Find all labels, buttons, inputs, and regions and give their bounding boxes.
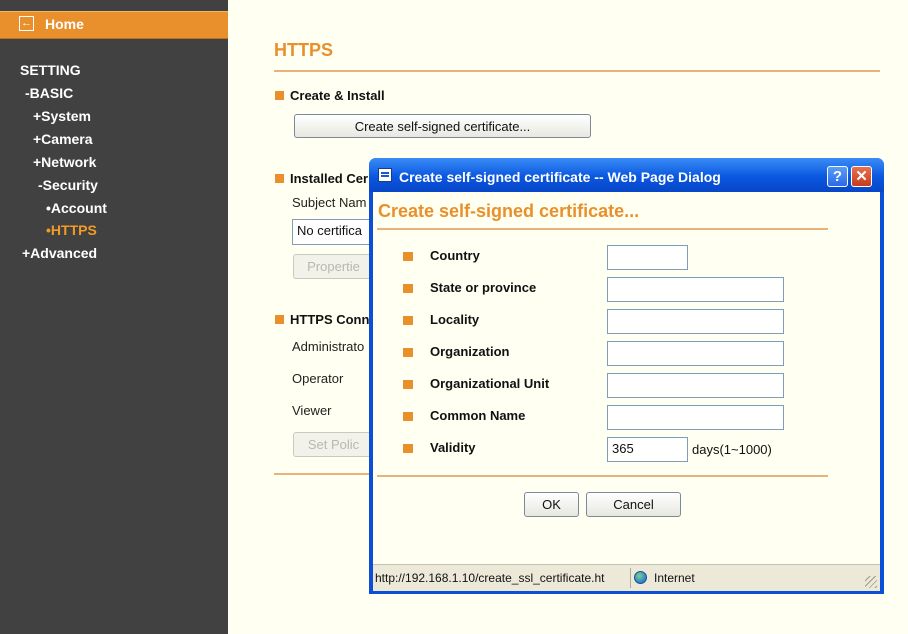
security-zone: Internet [654, 571, 695, 585]
bullet-icon [275, 315, 284, 325]
country-label: Country [430, 248, 480, 263]
page-title: HTTPS [274, 40, 334, 60]
nav-advanced[interactable]: +Advanced [22, 245, 97, 261]
status-divider [630, 568, 631, 588]
validity-label: Validity [430, 440, 476, 455]
validity-input[interactable]: 365 [607, 437, 688, 462]
dialog-body: Create self-signed certificate... Countr… [373, 192, 880, 564]
common-name-input[interactable] [607, 405, 784, 430]
nav-network[interactable]: +Network [33, 154, 96, 170]
subject-name-label: Subject Nam [292, 195, 367, 210]
country-input[interactable] [607, 245, 688, 270]
organization-input[interactable] [607, 341, 784, 366]
nav-system[interactable]: +System [33, 108, 91, 124]
dialog-heading: Create self-signed certificate... [378, 201, 640, 221]
dialog-titlebar[interactable]: Create self-signed certificate -- Web Pa… [369, 158, 884, 192]
properties-button[interactable]: Propertie [293, 254, 373, 279]
organizational-unit-label: Organizational Unit [430, 376, 550, 391]
operator-label: Operator [292, 371, 344, 386]
bullet-icon [275, 91, 284, 101]
bullet-icon [403, 252, 413, 261]
viewer-label: Viewer [292, 403, 332, 418]
help-button[interactable]: ? [827, 166, 848, 187]
status-bar: http://192.168.1.10/create_ssl_certifica… [373, 564, 880, 591]
set-policy-button[interactable]: Set Polic [293, 432, 373, 457]
globe-icon [634, 571, 647, 584]
home-label: Home [45, 16, 84, 32]
state-label: State or province [430, 280, 537, 295]
nav-security[interactable]: -Security [38, 177, 98, 193]
state-input[interactable] [607, 277, 784, 302]
dialog-top-divider [377, 228, 828, 230]
cancel-button[interactable]: Cancel [586, 492, 681, 517]
title-divider [274, 70, 880, 72]
ok-button[interactable]: OK [524, 492, 579, 517]
bullet-icon [403, 444, 413, 453]
organizational-unit-input[interactable] [607, 373, 784, 398]
bullet-icon [403, 316, 413, 325]
locality-input[interactable] [607, 309, 784, 334]
page-icon [378, 168, 392, 182]
setting-heading: SETTING [20, 62, 81, 78]
back-arrow-icon: ← [19, 16, 34, 31]
dialog-bottom-divider [377, 475, 828, 477]
validity-hint: days(1~1000) [692, 442, 772, 457]
bullet-icon [403, 284, 413, 293]
nav-https[interactable]: •HTTPS [46, 222, 97, 238]
sidebar: ← Home SETTING -BASIC +System +Camera +N… [0, 0, 228, 634]
https-connection-heading: HTTPS Conn [275, 312, 369, 327]
bullet-icon [403, 412, 413, 421]
bottom-divider [274, 473, 374, 475]
status-url: http://192.168.1.10/create_ssl_certifica… [375, 571, 605, 585]
create-certificate-button[interactable]: Create self-signed certificate... [294, 114, 591, 138]
nav-basic[interactable]: -BASIC [25, 85, 73, 101]
home-link[interactable]: ← Home [0, 11, 228, 39]
organization-label: Organization [430, 344, 510, 359]
administrator-label: Administrato [292, 339, 365, 354]
subject-name-field: No certifica [292, 219, 372, 245]
create-install-heading: Create & Install [275, 88, 385, 103]
common-name-label: Common Name [430, 408, 526, 423]
dialog-window-title: Create self-signed certificate -- Web Pa… [399, 169, 721, 185]
resize-grip-icon[interactable] [865, 576, 877, 588]
bullet-icon [403, 380, 413, 389]
nav-account[interactable]: •Account [46, 200, 107, 216]
close-button[interactable]: ✕ [851, 166, 872, 187]
bullet-icon [403, 348, 413, 357]
bullet-icon [275, 174, 284, 184]
nav-camera[interactable]: +Camera [33, 131, 93, 147]
installed-certificate-heading: Installed Cer [275, 171, 368, 186]
locality-label: Locality [430, 312, 480, 327]
certificate-dialog: Create self-signed certificate -- Web Pa… [369, 158, 884, 594]
